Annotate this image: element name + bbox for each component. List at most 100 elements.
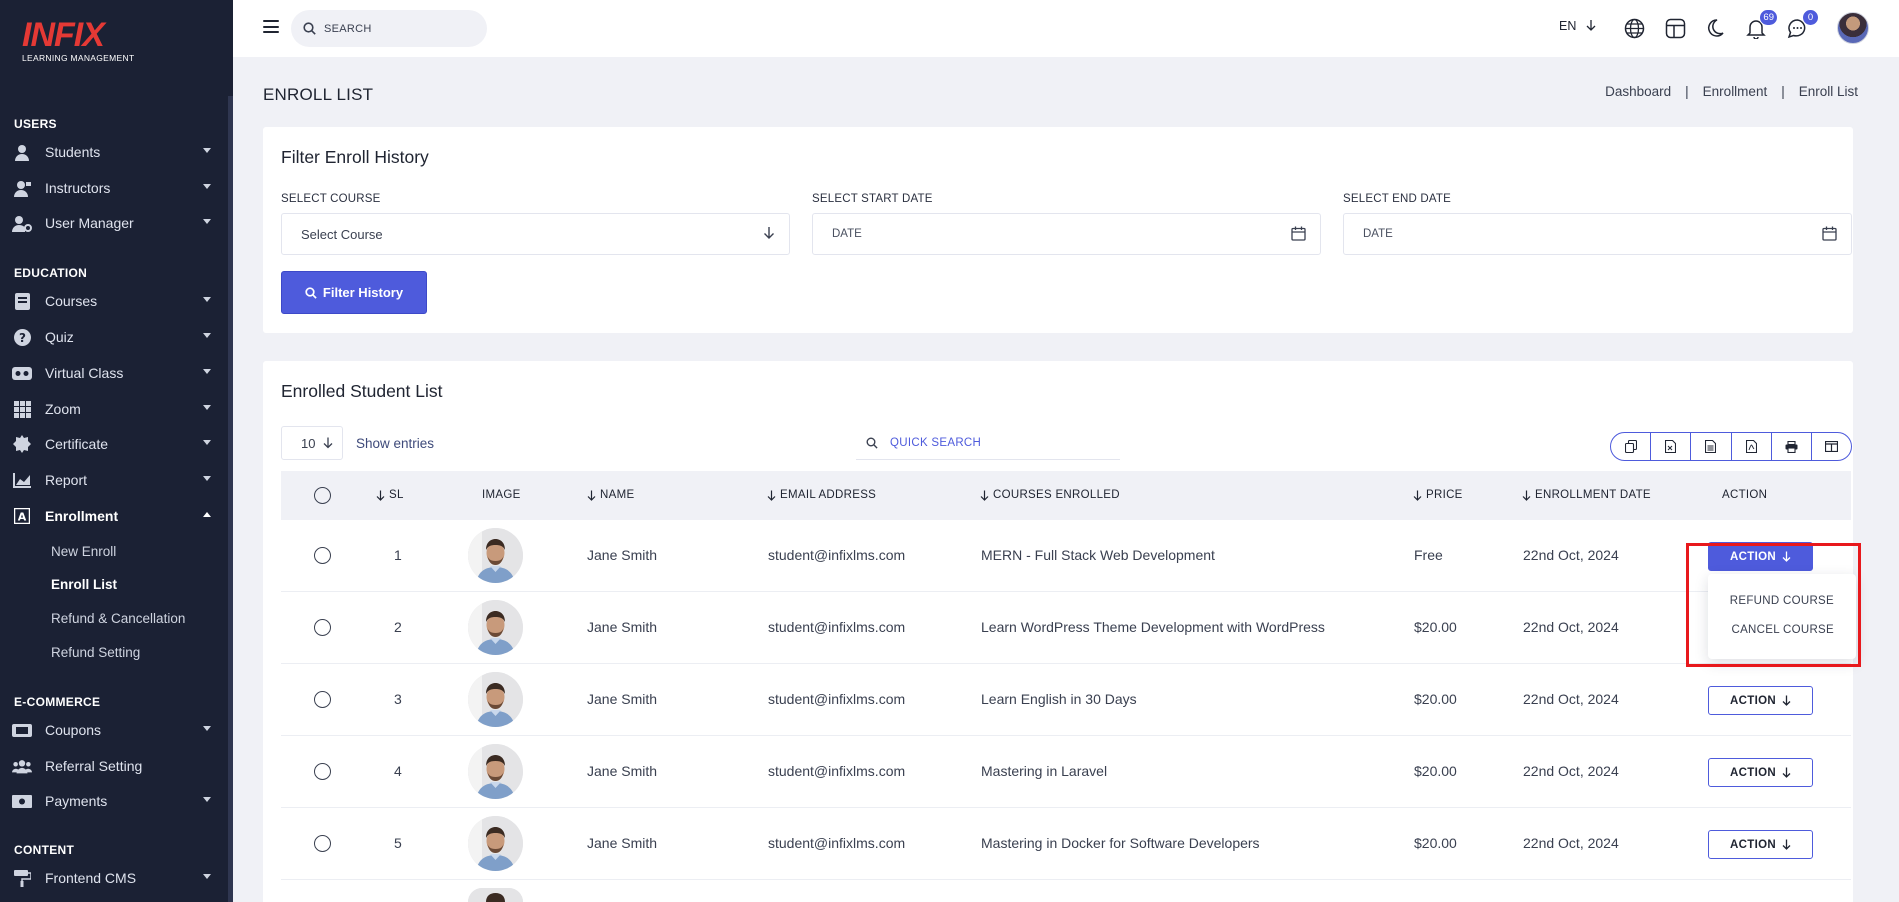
sidebar-item-enrollment[interactable]: A Enrollment <box>12 503 217 529</box>
sort-arrow-icon <box>1522 490 1531 501</box>
row-name: Jane Smith <box>587 691 658 707</box>
filter-history-button[interactable]: Filter History <box>281 271 427 314</box>
column-visibility-button[interactable] <box>1812 433 1851 460</box>
chat-icon[interactable]: 0 <box>1785 9 1819 40</box>
sidebar-item-zoom[interactable]: Zoom <box>12 396 217 422</box>
row-select-radio[interactable] <box>314 691 331 708</box>
user-gear-icon <box>12 214 32 232</box>
print-button[interactable] <box>1772 433 1812 460</box>
row-action-button[interactable]: ACTION <box>1708 686 1813 715</box>
sort-arrow-icon <box>767 490 776 501</box>
breadcrumb-enroll-list[interactable]: Enroll List <box>1799 84 1858 99</box>
column-header-enrollment-date[interactable]: ENROLLMENT DATE <box>1522 489 1651 501</box>
quick-search-placeholder: QUICK SEARCH <box>890 436 982 449</box>
calendar-icon <box>1291 226 1306 241</box>
end-date-label: SELECT END DATE <box>1343 193 1452 205</box>
start-date-input[interactable]: DATE <box>812 213 1321 255</box>
sidebar-subitem-enroll-list[interactable]: Enroll List <box>51 577 117 592</box>
sidebar-item-user-manager[interactable]: User Manager <box>12 210 217 236</box>
export-pdf-button[interactable] <box>1732 433 1772 460</box>
sidebar-item-instructors[interactable]: Instructors <box>12 175 217 201</box>
sidebar-item-label: Frontend CMS <box>45 870 137 886</box>
sidebar-subitem-refund-cancellation[interactable]: Refund & Cancellation <box>51 611 185 626</box>
sidebar-item-certificate[interactable]: Certificate <box>12 431 217 457</box>
sidebar-item-coupons[interactable]: Coupons <box>12 717 217 743</box>
select-all-radio[interactable] <box>314 487 331 504</box>
sidebar-scrollbar[interactable] <box>228 96 233 902</box>
export-csv-button[interactable] <box>1691 433 1732 460</box>
pdf-file-icon <box>1745 440 1757 453</box>
arrow-down-icon <box>324 437 333 449</box>
sidebar-item-courses[interactable]: Courses <box>12 288 217 314</box>
chevron-down-icon <box>203 797 211 802</box>
chevron-down-icon <box>203 726 211 731</box>
enrollment-icon: A <box>12 507 32 525</box>
row-email: student@infixlms.com <box>768 619 906 635</box>
column-header-name[interactable]: NAME <box>587 489 634 501</box>
row-name: Jane Smith <box>587 547 658 563</box>
sidebar: INFIX LEARNING MANAGEMENT USERS Students… <box>0 0 233 902</box>
language-selector[interactable]: EN <box>1559 19 1596 33</box>
sidebar-subitem-new-enroll[interactable]: New Enroll <box>51 544 116 559</box>
chevron-up-icon <box>203 512 211 517</box>
logo[interactable]: INFIX LEARNING MANAGEMENT <box>22 18 134 63</box>
section-content: CONTENT <box>14 843 75 857</box>
row-sl: 2 <box>394 619 402 635</box>
column-header-label: SL <box>389 489 404 501</box>
ticket-icon <box>12 721 32 739</box>
course-select[interactable]: Select Course <box>281 213 790 255</box>
user-avatar[interactable] <box>1837 12 1869 44</box>
row-email: student@infixlms.com <box>768 835 906 851</box>
breadcrumb-dashboard[interactable]: Dashboard <box>1605 84 1671 99</box>
row-price: $20.00 <box>1414 691 1457 707</box>
globe-icon[interactable] <box>1622 16 1646 40</box>
quick-search-input[interactable]: QUICK SEARCH <box>856 426 1120 460</box>
layout-icon[interactable] <box>1663 16 1687 40</box>
column-header-label: NAME <box>600 489 635 501</box>
sidebar-item-referral-setting[interactable]: Referral Setting <box>12 753 217 779</box>
row-enrollment-date: 22nd Oct, 2024 <box>1523 835 1619 851</box>
global-search-input[interactable]: SEARCH <box>291 10 487 47</box>
column-header-label: ENROLLMENT DATE <box>1535 489 1651 501</box>
row-price: $20.00 <box>1414 763 1457 779</box>
search-icon <box>866 437 878 449</box>
filter-history-label: Filter History <box>322 285 404 300</box>
row-action-button[interactable]: ACTION <box>1708 830 1813 859</box>
entries-per-page-select[interactable]: 10 <box>281 426 343 460</box>
search-icon <box>303 22 316 35</box>
row-email: student@infixlms.com <box>768 763 906 779</box>
sidebar-subitem-refund-setting[interactable]: Refund Setting <box>51 645 140 660</box>
breadcrumb-enrollment[interactable]: Enrollment <box>1703 84 1768 99</box>
row-select-radio[interactable] <box>314 763 331 780</box>
sidebar-item-label: Zoom <box>45 401 81 417</box>
column-header-courses[interactable]: COURSES ENROLLED <box>980 489 1120 501</box>
sort-arrow-icon <box>376 490 385 501</box>
column-header-sl[interactable]: SL <box>376 489 404 501</box>
column-header-email[interactable]: EMAIL ADDRESS <box>767 489 876 501</box>
row-action-button[interactable]: ACTION <box>1708 758 1813 787</box>
menu-toggle-icon[interactable] <box>263 20 279 33</box>
column-header-label: COURSES ENROLLED <box>993 489 1120 501</box>
notification-bell-icon[interactable]: 69 <box>1744 9 1778 40</box>
sort-arrow-icon <box>980 490 989 501</box>
sidebar-item-quiz[interactable]: ? Quiz <box>12 324 217 350</box>
sidebar-item-virtual-class[interactable]: Virtual Class <box>12 360 217 386</box>
moon-icon[interactable] <box>1703 16 1727 40</box>
svg-text:?: ? <box>19 331 26 345</box>
export-excel-button[interactable] <box>1651 433 1692 460</box>
row-course: Mastering in Laravel <box>981 763 1108 779</box>
sidebar-item-report[interactable]: Report <box>12 467 217 493</box>
annotation-highlight-box <box>1686 543 1861 667</box>
breadcrumb: Dashboard | Enrollment | Enroll List <box>1605 84 1858 99</box>
student-photo <box>468 816 523 871</box>
column-header-price[interactable]: PRICE <box>1413 489 1463 501</box>
table-row: 1 Jane Smith student@infixlms.com MERN -… <box>281 520 1851 592</box>
end-date-input[interactable]: DATE <box>1343 213 1852 255</box>
copy-button[interactable] <box>1611 433 1652 460</box>
sidebar-item-frontend-cms[interactable]: Frontend CMS <box>12 865 217 891</box>
sidebar-item-payments[interactable]: Payments <box>12 788 217 814</box>
row-select-radio[interactable] <box>314 835 331 852</box>
sidebar-item-students[interactable]: Students <box>12 139 217 165</box>
row-select-radio[interactable] <box>314 547 331 564</box>
row-select-radio[interactable] <box>314 619 331 636</box>
